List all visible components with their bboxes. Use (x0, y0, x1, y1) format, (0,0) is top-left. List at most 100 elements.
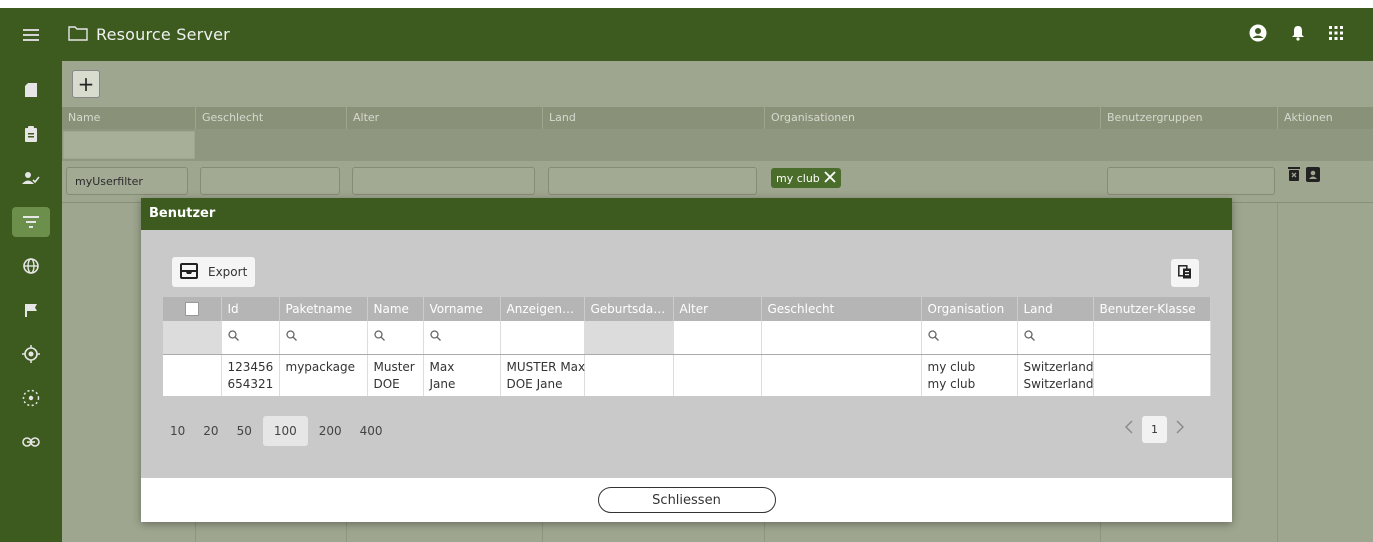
table-row[interactable]: 654321 DOE Jane DOE Jane my club Switzer… (163, 375, 1211, 396)
user-check-icon[interactable] (12, 163, 50, 193)
name-field[interactable]: myUserfilter (66, 167, 188, 195)
close-button[interactable]: Schliessen (597, 487, 776, 513)
dialog-title: Benutzer (141, 198, 1232, 230)
hamburger-icon[interactable] (0, 8, 62, 61)
column-chooser-button[interactable] (1171, 259, 1199, 287)
app-header: Resource Server (0, 8, 1373, 61)
search-alter[interactable] (673, 321, 762, 355)
column-header-anzeigename[interactable]: Anzeigename (500, 297, 585, 321)
search-icon (373, 330, 385, 344)
cell-anzeigename: MUSTER Max (500, 354, 585, 375)
cell-organisation: my club (921, 354, 1018, 375)
flag-icon[interactable] (12, 295, 50, 325)
column-header-geschlecht[interactable]: Geschlecht (761, 297, 922, 321)
cell-geburtsdatum (584, 354, 674, 375)
page-size-option[interactable]: 400 (353, 416, 390, 446)
search-icon (285, 330, 297, 344)
dotted-circle-icon[interactable] (12, 383, 50, 413)
search-anzeigename[interactable] (500, 321, 585, 355)
column-header-geburtsdatum[interactable]: Geburtsdatu... (584, 297, 674, 321)
search-organisation[interactable] (921, 321, 1018, 355)
chevron-left-icon[interactable] (1124, 419, 1134, 440)
cell-land: Switzerland (1017, 375, 1094, 396)
column-header-land[interactable]: Land (1017, 297, 1094, 321)
column-header[interactable]: Aktionen (1278, 107, 1373, 129)
row-select-cell[interactable] (163, 375, 222, 396)
column-header[interactable]: Land (543, 107, 765, 129)
filter-row (62, 129, 1373, 161)
column-header-vorname[interactable]: Vorname (423, 297, 501, 321)
header-row: Id Paketname Name Vorname Anzeigename Ge… (163, 297, 1211, 321)
column-header-paketname[interactable]: Paketname (279, 297, 368, 321)
table-row[interactable]: 123456 mypackage Muster Max MUSTER Max m… (163, 354, 1211, 375)
page-number-button[interactable]: 1 (1142, 416, 1167, 443)
page-size-option[interactable]: 20 (196, 416, 225, 446)
column-header[interactable]: Organisationen (765, 107, 1101, 129)
search-benutzer-klasse[interactable] (1093, 321, 1211, 355)
cell-id: 654321 (221, 375, 280, 396)
pagination: 1 (1124, 416, 1185, 443)
cell-name: Muster (367, 354, 424, 375)
column-header[interactable]: Geschlecht (196, 107, 347, 129)
app-title: Resource Server (96, 25, 230, 44)
export-button[interactable]: Export (172, 257, 256, 287)
page-size-option-selected[interactable]: 100 (262, 416, 308, 446)
chevron-right-icon[interactable] (1175, 419, 1185, 440)
column-header-alter[interactable]: Alter (673, 297, 762, 321)
select-all-header (163, 297, 222, 321)
inbox-tray-icon (180, 262, 198, 282)
account-circle-icon[interactable] (1249, 24, 1267, 45)
column-header[interactable]: Name (62, 107, 196, 129)
page-size-option[interactable]: 200 (312, 416, 349, 446)
delete-icon[interactable] (1288, 166, 1300, 185)
benutzer-dialog: Benutzer Export Id Paketname Name Vornam… (141, 198, 1232, 522)
clipboard-icon[interactable] (12, 119, 50, 149)
search-name[interactable] (367, 321, 424, 355)
column-header-organisation[interactable]: Organisation (921, 297, 1018, 321)
cell-anzeigename: DOE Jane (500, 375, 585, 396)
alter-field[interactable] (352, 167, 535, 195)
land-field[interactable] (548, 167, 757, 195)
close-icon[interactable] (824, 170, 836, 186)
select-all-checkbox[interactable] (184, 302, 199, 317)
cell-vorname: Max (423, 354, 501, 375)
search-vorname[interactable] (423, 321, 501, 355)
user-list-icon[interactable] (1306, 166, 1320, 185)
search-row (163, 321, 1211, 355)
column-header-benutzer-klasse[interactable]: Benutzer-Klasse (1093, 297, 1211, 321)
target-icon[interactable] (12, 339, 50, 369)
search-land[interactable] (1017, 321, 1094, 355)
column-header[interactable]: Benutzergruppen (1101, 107, 1278, 129)
organisation-chip[interactable]: my club (771, 168, 841, 188)
bell-icon[interactable] (1291, 25, 1305, 44)
search-icon (927, 330, 939, 344)
search-paketname[interactable] (279, 321, 368, 355)
search-id[interactable] (221, 321, 280, 355)
column-header-name[interactable]: Name (367, 297, 424, 321)
column-header[interactable]: Alter (347, 107, 543, 129)
globe-icon[interactable] (12, 251, 50, 281)
search-geschlecht[interactable] (761, 321, 922, 355)
cell-paketname: mypackage (279, 354, 368, 375)
benutzergruppen-field[interactable] (1107, 167, 1275, 195)
app-title-group: Resource Server (68, 25, 230, 44)
row-select-cell[interactable] (163, 354, 222, 375)
sd-card-icon[interactable] (12, 75, 50, 105)
filter-cell-name[interactable] (63, 131, 195, 159)
filter-icon[interactable] (12, 207, 50, 237)
filter-grid-header: Name Geschlecht Alter Land Organisatione… (62, 107, 1373, 129)
apps-grid-icon[interactable] (1329, 26, 1343, 43)
add-filter-button[interactable]: + (72, 70, 100, 98)
cell-benutzer-klasse (1093, 375, 1211, 396)
search-cell (163, 321, 222, 355)
column-header-id[interactable]: Id (221, 297, 280, 321)
cell-paketname (279, 375, 368, 396)
page-size-option[interactable]: 50 (230, 416, 259, 446)
page-size-option[interactable]: 10 (163, 416, 192, 446)
search-icon (227, 330, 239, 344)
top-band (0, 0, 1373, 8)
search-geburtsdatum (584, 321, 674, 355)
geschlecht-field[interactable] (200, 167, 340, 195)
cell-geschlecht (761, 354, 922, 375)
link-icon[interactable] (12, 427, 50, 457)
